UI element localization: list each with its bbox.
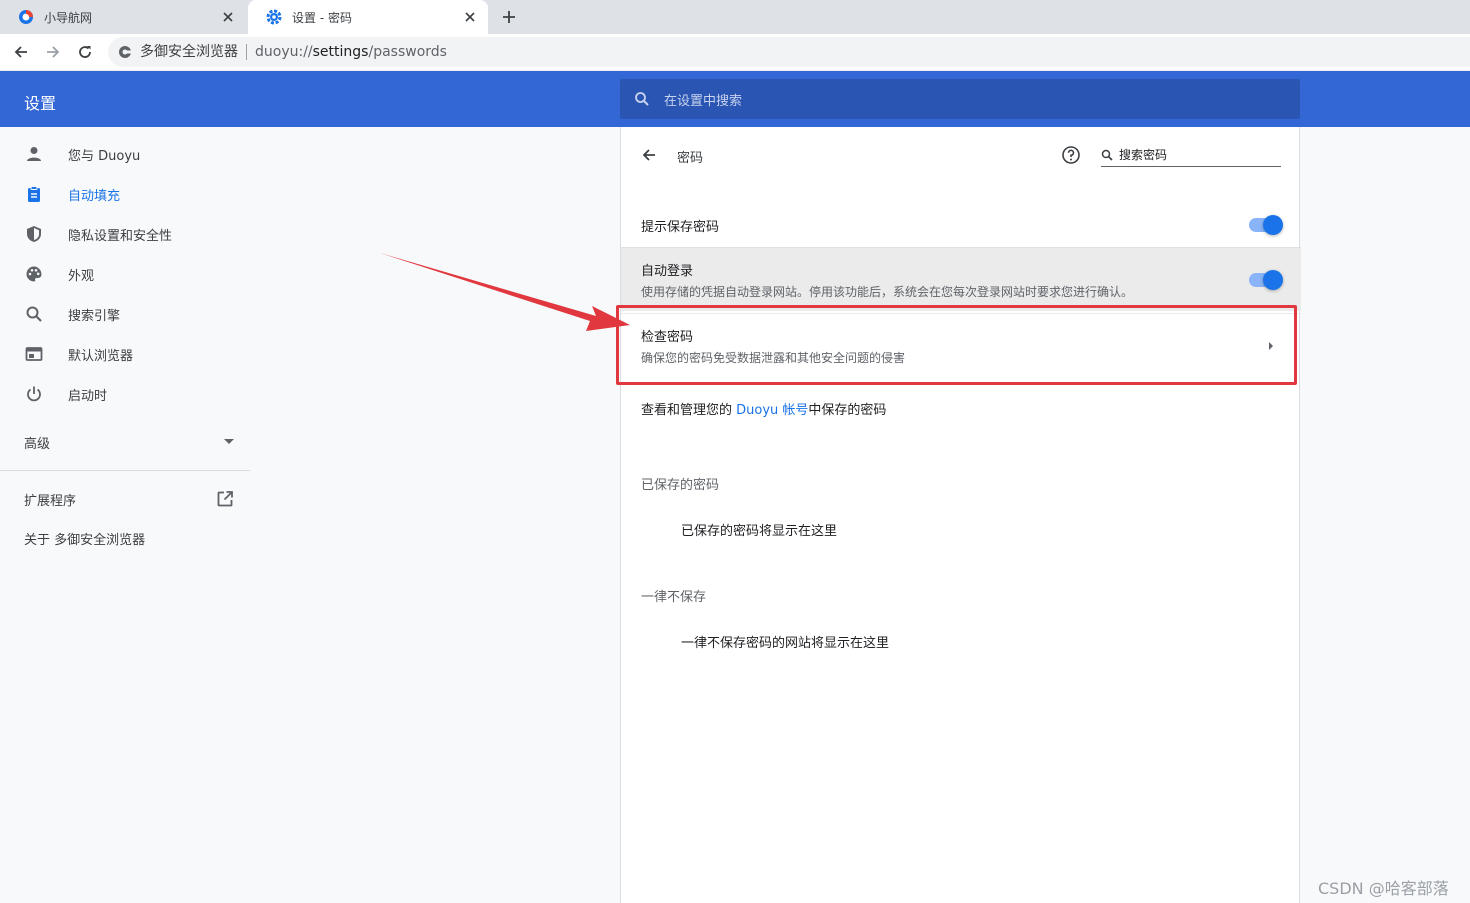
chevron-right-icon: [1261, 336, 1281, 356]
check-passwords-label: 检查密码: [641, 329, 694, 345]
offer-to-save-row[interactable]: 提示保存密码: [621, 203, 1301, 247]
subpage-back-button[interactable]: [639, 145, 659, 165]
power-icon: [24, 384, 44, 404]
search-placeholder: 在设置中搜索: [664, 93, 743, 109]
sidebar-item-label: 您与 Duoyu: [68, 148, 141, 164]
sidebar: 您与 Duoyu 自动填充 隐私设置和安全性 外观 搜索引擎 默认浏览器 启动时…: [0, 127, 250, 903]
reload-button[interactable]: [74, 41, 96, 63]
sidebar-item-label: 搜索引擎: [68, 308, 121, 324]
advanced-toggle[interactable]: 高级: [24, 432, 234, 452]
auto-signin-toggle[interactable]: [1249, 269, 1283, 290]
sidebar-item-privacy[interactable]: 隐私设置和安全性: [0, 214, 250, 254]
password-search-input[interactable]: [1119, 147, 1269, 162]
check-passwords-desc: 确保您的密码免受数据泄露和其他安全问题的侵害: [641, 350, 906, 365]
new-tab-button[interactable]: [498, 6, 520, 28]
saved-passwords-heading: 已保存的密码: [641, 478, 720, 493]
duoyu-account-link[interactable]: Duoyu 帐号: [736, 403, 808, 418]
sidebar-divider: [0, 470, 250, 471]
offer-to-save-label: 提示保存密码: [641, 219, 720, 235]
sidebar-item-you-and-duoyu[interactable]: 您与 Duoyu: [0, 134, 250, 174]
sidebar-item-about[interactable]: 关于 多御安全浏览器: [24, 529, 145, 548]
close-icon[interactable]: [220, 9, 236, 25]
shield-icon: [24, 224, 44, 244]
site-name: 多御安全浏览器: [140, 44, 247, 60]
never-saved-empty: 一律不保存密码的网站将显示在这里: [681, 636, 890, 651]
auto-signin-label: 自动登录: [641, 263, 694, 279]
auto-signin-row[interactable]: 自动登录 使用存储的凭据自动登录网站。停用该功能后，系统会在您每次登录网站时要求…: [621, 247, 1301, 311]
site-favicon-icon: [19, 10, 33, 24]
offer-to-save-toggle[interactable]: [1249, 215, 1283, 235]
manage-account-text: 查看和管理您的 Duoyu 帐号中保存的密码: [641, 403, 887, 418]
arrow-left-icon: [642, 149, 655, 161]
forward-button[interactable]: [42, 41, 64, 63]
back-button[interactable]: [10, 41, 32, 63]
tab-settings-passwords[interactable]: 设置 - 密码: [248, 0, 488, 34]
check-passwords-row[interactable]: 检查密码 确保您的密码免受数据泄露和其他安全问题的侵害: [621, 313, 1301, 377]
extensions-label: 扩展程序: [24, 493, 77, 509]
toolbar: 多御安全浏览器 duoyu://settings/passwords: [0, 34, 1470, 71]
never-saved-heading: 一律不保存: [641, 590, 707, 605]
advanced-label: 高级: [24, 436, 51, 452]
search-icon: [635, 92, 649, 106]
caret-down-icon: [224, 439, 234, 444]
sidebar-item-label: 启动时: [68, 388, 108, 404]
sidebar-item-label: 默认浏览器: [68, 348, 134, 364]
clipboard-icon: [24, 184, 44, 204]
plus-icon: [503, 11, 515, 23]
sidebar-item-label: 隐私设置和安全性: [68, 228, 173, 244]
auto-signin-desc: 使用存储的凭据自动登录网站。停用该功能后，系统会在您每次登录网站时要求您进行确认…: [641, 284, 1134, 299]
sidebar-item-appearance[interactable]: 外观: [0, 254, 250, 294]
site-info-icon[interactable]: [118, 45, 132, 59]
sidebar-item-autofill[interactable]: 自动填充: [0, 174, 250, 214]
address-bar[interactable]: 多御安全浏览器 duoyu://settings/passwords: [108, 37, 1470, 67]
reload-icon: [79, 46, 91, 58]
tab-strip: 小导航网 设置 - 密码: [0, 0, 1470, 34]
page-title: 设置: [24, 94, 57, 113]
watermark: CSDN @哈客部落: [1318, 879, 1449, 898]
help-icon[interactable]: [1061, 145, 1081, 165]
settings-header: 设置 在设置中搜索: [0, 71, 1470, 127]
browser-window-icon: [24, 344, 44, 364]
arrow-left-icon: [14, 46, 27, 58]
gear-icon: [266, 9, 282, 25]
person-icon: [24, 144, 44, 164]
sidebar-item-default-browser[interactable]: 默认浏览器: [0, 334, 250, 374]
palette-icon: [24, 264, 44, 284]
password-search-field[interactable]: [1101, 143, 1281, 167]
search-icon: [24, 304, 44, 324]
tab-title: 设置 - 密码: [292, 10, 352, 25]
sidebar-item-extensions[interactable]: 扩展程序: [24, 489, 234, 509]
url-text: duoyu://settings/passwords: [255, 44, 447, 60]
subpage-header: 密码: [621, 127, 1301, 183]
sidebar-item-label: 外观: [68, 268, 95, 284]
subpage-title: 密码: [677, 151, 704, 166]
sidebar-item-on-startup[interactable]: 启动时: [0, 374, 250, 414]
close-icon[interactable]: [462, 9, 478, 25]
passwords-card: 密码 提示保存密码 自动登录 使用存储的凭据自动登录网站。停用该功能后，系统会在…: [620, 127, 1301, 903]
arrow-right-icon: [47, 46, 60, 58]
saved-passwords-empty: 已保存的密码将显示在这里: [681, 524, 838, 539]
settings-search-input[interactable]: 在设置中搜索: [620, 79, 1300, 119]
tab-xiaodaohang[interactable]: 小导航网: [0, 0, 246, 34]
open-in-new-icon: [217, 491, 233, 507]
sidebar-item-label: 自动填充: [68, 188, 121, 204]
search-icon: [1101, 149, 1113, 161]
sidebar-item-search-engine[interactable]: 搜索引擎: [0, 294, 250, 334]
tab-title: 小导航网: [44, 10, 93, 25]
